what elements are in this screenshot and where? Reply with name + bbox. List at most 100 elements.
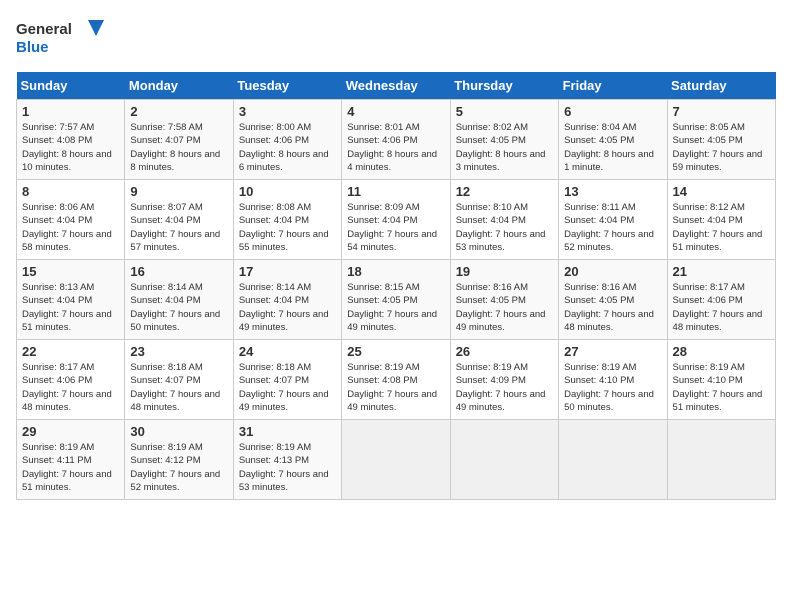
calendar-day-cell: 21 Sunrise: 8:17 AM Sunset: 4:06 PM Dayl… <box>667 260 775 340</box>
day-number: 14 <box>673 184 770 199</box>
calendar-day-cell: 3 Sunrise: 8:00 AM Sunset: 4:06 PM Dayli… <box>233 100 341 180</box>
day-of-week-header: Thursday <box>450 72 558 100</box>
calendar-day-cell: 31 Sunrise: 8:19 AM Sunset: 4:13 PM Dayl… <box>233 420 341 500</box>
day-info: Sunrise: 8:14 AM Sunset: 4:04 PM Dayligh… <box>130 281 227 334</box>
calendar-day-cell: 25 Sunrise: 8:19 AM Sunset: 4:08 PM Dayl… <box>342 340 450 420</box>
day-info: Sunrise: 8:15 AM Sunset: 4:05 PM Dayligh… <box>347 281 444 334</box>
day-number: 30 <box>130 424 227 439</box>
calendar-day-cell: 11 Sunrise: 8:09 AM Sunset: 4:04 PM Dayl… <box>342 180 450 260</box>
calendar-day-cell: 9 Sunrise: 8:07 AM Sunset: 4:04 PM Dayli… <box>125 180 233 260</box>
day-number: 10 <box>239 184 336 199</box>
calendar-day-cell: 7 Sunrise: 8:05 AM Sunset: 4:05 PM Dayli… <box>667 100 775 180</box>
day-info: Sunrise: 8:04 AM Sunset: 4:05 PM Dayligh… <box>564 121 661 174</box>
day-number: 20 <box>564 264 661 279</box>
calendar-day-cell: 23 Sunrise: 8:18 AM Sunset: 4:07 PM Dayl… <box>125 340 233 420</box>
calendar-day-cell: 27 Sunrise: 8:19 AM Sunset: 4:10 PM Dayl… <box>559 340 667 420</box>
day-info: Sunrise: 8:13 AM Sunset: 4:04 PM Dayligh… <box>22 281 119 334</box>
day-of-week-header: Tuesday <box>233 72 341 100</box>
calendar-day-cell: 28 Sunrise: 8:19 AM Sunset: 4:10 PM Dayl… <box>667 340 775 420</box>
calendar-day-cell: 22 Sunrise: 8:17 AM Sunset: 4:06 PM Dayl… <box>17 340 125 420</box>
day-info: Sunrise: 8:11 AM Sunset: 4:04 PM Dayligh… <box>564 201 661 254</box>
svg-text:Blue: Blue <box>16 39 49 56</box>
calendar-day-cell: 2 Sunrise: 7:58 AM Sunset: 4:07 PM Dayli… <box>125 100 233 180</box>
day-info: Sunrise: 8:14 AM Sunset: 4:04 PM Dayligh… <box>239 281 336 334</box>
day-number: 5 <box>456 104 553 119</box>
day-number: 2 <box>130 104 227 119</box>
day-info: Sunrise: 8:19 AM Sunset: 4:11 PM Dayligh… <box>22 441 119 494</box>
day-info: Sunrise: 8:19 AM Sunset: 4:08 PM Dayligh… <box>347 361 444 414</box>
day-info: Sunrise: 8:17 AM Sunset: 4:06 PM Dayligh… <box>673 281 770 334</box>
calendar-day-cell: 6 Sunrise: 8:04 AM Sunset: 4:05 PM Dayli… <box>559 100 667 180</box>
day-of-week-header: Saturday <box>667 72 775 100</box>
empty-cell <box>559 420 667 500</box>
day-of-week-header: Friday <box>559 72 667 100</box>
calendar-day-cell: 5 Sunrise: 8:02 AM Sunset: 4:05 PM Dayli… <box>450 100 558 180</box>
day-number: 8 <box>22 184 119 199</box>
day-number: 18 <box>347 264 444 279</box>
day-number: 27 <box>564 344 661 359</box>
day-info: Sunrise: 8:08 AM Sunset: 4:04 PM Dayligh… <box>239 201 336 254</box>
calendar-day-cell: 12 Sunrise: 8:10 AM Sunset: 4:04 PM Dayl… <box>450 180 558 260</box>
day-number: 12 <box>456 184 553 199</box>
day-info: Sunrise: 8:16 AM Sunset: 4:05 PM Dayligh… <box>564 281 661 334</box>
day-number: 15 <box>22 264 119 279</box>
day-number: 29 <box>22 424 119 439</box>
calendar-day-cell: 20 Sunrise: 8:16 AM Sunset: 4:05 PM Dayl… <box>559 260 667 340</box>
day-number: 6 <box>564 104 661 119</box>
day-number: 4 <box>347 104 444 119</box>
day-info: Sunrise: 7:57 AM Sunset: 4:08 PM Dayligh… <box>22 121 119 174</box>
logo: General Blue <box>16 16 106 60</box>
empty-cell <box>667 420 775 500</box>
calendar-day-cell: 24 Sunrise: 8:18 AM Sunset: 4:07 PM Dayl… <box>233 340 341 420</box>
calendar-day-cell: 17 Sunrise: 8:14 AM Sunset: 4:04 PM Dayl… <box>233 260 341 340</box>
day-info: Sunrise: 8:05 AM Sunset: 4:05 PM Dayligh… <box>673 121 770 174</box>
day-number: 17 <box>239 264 336 279</box>
day-of-week-header: Monday <box>125 72 233 100</box>
day-number: 26 <box>456 344 553 359</box>
day-number: 28 <box>673 344 770 359</box>
calendar-day-cell: 19 Sunrise: 8:16 AM Sunset: 4:05 PM Dayl… <box>450 260 558 340</box>
day-number: 21 <box>673 264 770 279</box>
day-info: Sunrise: 8:17 AM Sunset: 4:06 PM Dayligh… <box>22 361 119 414</box>
calendar-day-cell: 30 Sunrise: 8:19 AM Sunset: 4:12 PM Dayl… <box>125 420 233 500</box>
day-number: 22 <box>22 344 119 359</box>
day-info: Sunrise: 8:18 AM Sunset: 4:07 PM Dayligh… <box>130 361 227 414</box>
day-number: 25 <box>347 344 444 359</box>
day-number: 31 <box>239 424 336 439</box>
day-info: Sunrise: 8:00 AM Sunset: 4:06 PM Dayligh… <box>239 121 336 174</box>
calendar-day-cell: 29 Sunrise: 8:19 AM Sunset: 4:11 PM Dayl… <box>17 420 125 500</box>
day-info: Sunrise: 8:09 AM Sunset: 4:04 PM Dayligh… <box>347 201 444 254</box>
day-info: Sunrise: 8:06 AM Sunset: 4:04 PM Dayligh… <box>22 201 119 254</box>
day-info: Sunrise: 8:07 AM Sunset: 4:04 PM Dayligh… <box>130 201 227 254</box>
day-number: 24 <box>239 344 336 359</box>
day-number: 3 <box>239 104 336 119</box>
calendar-day-cell: 4 Sunrise: 8:01 AM Sunset: 4:06 PM Dayli… <box>342 100 450 180</box>
day-number: 16 <box>130 264 227 279</box>
day-info: Sunrise: 8:16 AM Sunset: 4:05 PM Dayligh… <box>456 281 553 334</box>
page-header: General Blue <box>16 16 776 60</box>
day-info: Sunrise: 8:10 AM Sunset: 4:04 PM Dayligh… <box>456 201 553 254</box>
calendar-day-cell: 14 Sunrise: 8:12 AM Sunset: 4:04 PM Dayl… <box>667 180 775 260</box>
day-number: 9 <box>130 184 227 199</box>
day-number: 7 <box>673 104 770 119</box>
day-info: Sunrise: 7:58 AM Sunset: 4:07 PM Dayligh… <box>130 121 227 174</box>
day-number: 1 <box>22 104 119 119</box>
day-info: Sunrise: 8:18 AM Sunset: 4:07 PM Dayligh… <box>239 361 336 414</box>
day-info: Sunrise: 8:19 AM Sunset: 4:12 PM Dayligh… <box>130 441 227 494</box>
day-info: Sunrise: 8:02 AM Sunset: 4:05 PM Dayligh… <box>456 121 553 174</box>
day-number: 11 <box>347 184 444 199</box>
day-of-week-header: Wednesday <box>342 72 450 100</box>
calendar-day-cell: 13 Sunrise: 8:11 AM Sunset: 4:04 PM Dayl… <box>559 180 667 260</box>
day-info: Sunrise: 8:19 AM Sunset: 4:09 PM Dayligh… <box>456 361 553 414</box>
calendar-day-cell: 18 Sunrise: 8:15 AM Sunset: 4:05 PM Dayl… <box>342 260 450 340</box>
day-number: 23 <box>130 344 227 359</box>
day-info: Sunrise: 8:19 AM Sunset: 4:10 PM Dayligh… <box>673 361 770 414</box>
empty-cell <box>342 420 450 500</box>
empty-cell <box>450 420 558 500</box>
calendar-day-cell: 15 Sunrise: 8:13 AM Sunset: 4:04 PM Dayl… <box>17 260 125 340</box>
calendar-day-cell: 8 Sunrise: 8:06 AM Sunset: 4:04 PM Dayli… <box>17 180 125 260</box>
calendar-day-cell: 26 Sunrise: 8:19 AM Sunset: 4:09 PM Dayl… <box>450 340 558 420</box>
logo-icon: General Blue <box>16 16 106 60</box>
day-number: 13 <box>564 184 661 199</box>
day-info: Sunrise: 8:12 AM Sunset: 4:04 PM Dayligh… <box>673 201 770 254</box>
